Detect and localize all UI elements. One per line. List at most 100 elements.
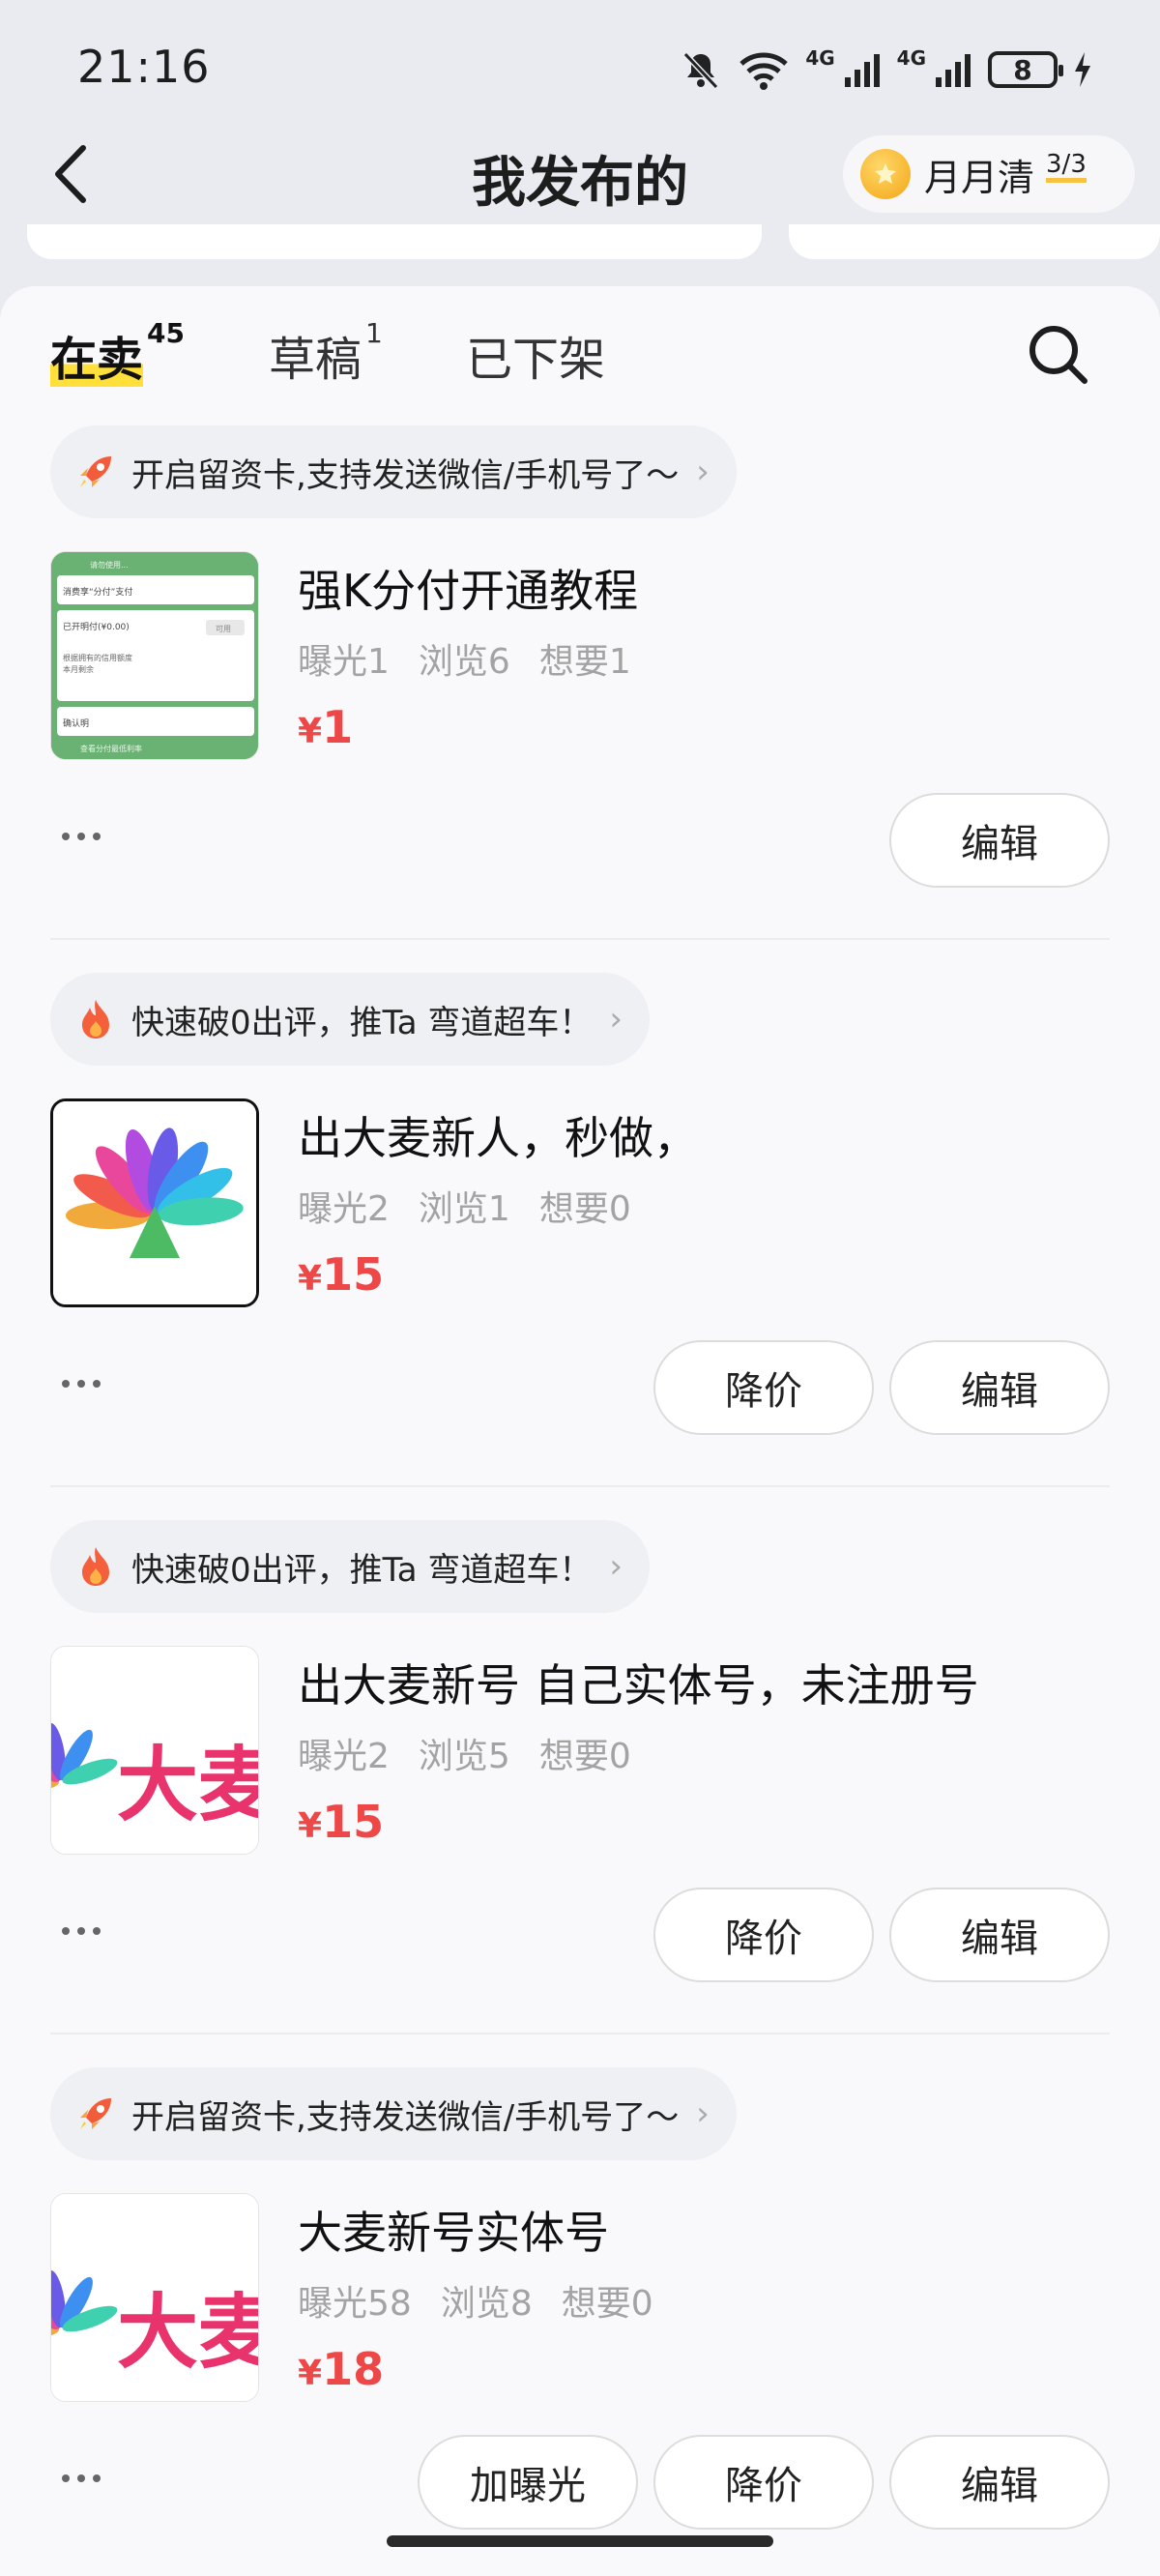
chevron-right-icon: ›	[609, 1000, 624, 1039]
item-price: ¥1	[298, 701, 353, 753]
signal-icon	[844, 54, 880, 87]
price-value: 1	[322, 701, 354, 753]
tab-bar: 在卖 45 草稿 1 已下架	[50, 317, 1114, 398]
item-thumbnail[interactable]: 大麦	[50, 2193, 259, 2402]
fire-icon	[73, 997, 118, 1041]
item-price: ¥15	[298, 1796, 384, 1848]
damai-text-image: 大麦	[51, 1647, 259, 1854]
peek-card-right	[789, 224, 1160, 259]
item-thumbnail[interactable]: 请勿使用... 消费享“分付”支付 已开明付(¥0.00) 可用 根据拥有的信用…	[50, 551, 259, 760]
reduce-price-button[interactable]: 降价	[653, 1340, 874, 1435]
thumb-green-text-2: 已开明付(¥0.00)	[63, 622, 130, 632]
more-options-button[interactable]	[62, 1369, 120, 1398]
chevron-right-icon: ›	[696, 2094, 710, 2133]
item-title[interactable]: 出大麦新号 自己实体号，未注册号	[298, 1651, 979, 1714]
tab-drafts-count: 1	[365, 317, 383, 349]
rocket-icon	[73, 450, 118, 494]
item-stats: 曝光2 浏览1 想要0	[298, 1181, 660, 1231]
promo-text: 开启留资卡,支持发送微信/手机号了～	[131, 455, 680, 495]
want-count: 想要0	[538, 1737, 631, 1776]
thumb-brand-text: 大麦	[117, 2285, 259, 2380]
thumb-green-text-3: 可用	[216, 625, 231, 633]
promo-text: 快速破0出评，推Ta 弯道超车！	[131, 1550, 593, 1590]
promo-banner[interactable]: 开启留资卡,支持发送微信/手机号了～ ›	[50, 425, 737, 518]
tab-drafts[interactable]: 草稿 1	[269, 317, 383, 389]
item-stats: 曝光2 浏览5 想要0	[298, 1728, 660, 1778]
damai-logo-image	[53, 1101, 256, 1304]
tab-off-shelf[interactable]: 已下架	[466, 321, 605, 389]
status-bar: 21:16 4G 4G 8	[0, 0, 1160, 135]
currency-symbol: ¥	[298, 2354, 323, 2393]
thumb-green-text-6: 确认明	[63, 717, 89, 729]
edit-button[interactable]: 编辑	[889, 793, 1110, 888]
damai-text-image: 大麦	[51, 2194, 259, 2401]
promo-text: 开启留资卡,支持发送微信/手机号了～	[131, 2097, 680, 2137]
more-options-button[interactable]	[62, 2464, 120, 2493]
item-title[interactable]: 大麦新号实体号	[298, 2198, 609, 2262]
price-value: 18	[322, 2343, 385, 2395]
promo-text: 快速破0出评，推Ta 弯道超车！	[131, 1003, 593, 1042]
thumb-green-text-7: 查看分付最低利率	[80, 744, 142, 753]
money-bag-icon	[860, 149, 911, 199]
item-title[interactable]: 出大麦新人，秒做，	[298, 1103, 698, 1167]
edit-button[interactable]: 编辑	[889, 1340, 1110, 1435]
status-icons: 4G 4G 8	[680, 43, 1092, 97]
item-thumbnail[interactable]: 大麦	[50, 1646, 259, 1855]
price-value: 15	[322, 1796, 385, 1848]
more-options-button[interactable]	[62, 1917, 120, 1946]
chevron-right-icon: ›	[696, 453, 710, 491]
promo-banner[interactable]: 快速破0出评，推Ta 弯道超车！ ›	[50, 1520, 651, 1613]
header: 我发布的 月月清 3/3	[0, 126, 1160, 222]
thumb-green-text-4: 根据拥有的信用额度	[63, 653, 132, 662]
status-time: 21:16	[77, 41, 211, 93]
edit-button[interactable]: 编辑	[889, 1888, 1110, 1982]
home-indicator[interactable]	[387, 2535, 773, 2547]
monthly-clear-badge[interactable]: 月月清 3/3	[843, 135, 1135, 213]
item-stats: 曝光1 浏览6 想要1	[298, 633, 660, 684]
rocket-icon	[73, 2092, 118, 2136]
view-count: 浏览6	[418, 642, 510, 682]
currency-symbol: ¥	[298, 712, 323, 751]
item-divider	[50, 938, 1110, 940]
peek-card-left	[27, 224, 762, 259]
exposure-count: 曝光1	[298, 642, 390, 682]
item-divider	[50, 2033, 1110, 2034]
thumb-green-text-1: 消费享“分付”支付	[63, 586, 132, 598]
want-count: 想要1	[538, 642, 631, 682]
monthly-count: 3/3	[1046, 151, 1087, 183]
search-icon	[1030, 326, 1088, 384]
battery-icon: 8	[988, 51, 1063, 88]
view-count: 浏览1	[418, 1189, 510, 1229]
promo-banner[interactable]: 快速破0出评，推Ta 弯道超车！ ›	[50, 973, 651, 1066]
mute-bell-icon	[683, 51, 719, 90]
exposure-count: 曝光58	[298, 2284, 412, 2324]
network-label-2: 4G	[896, 46, 926, 70]
item-title[interactable]: 强K分付开通教程	[298, 556, 638, 620]
boost-exposure-button[interactable]: 加曝光	[418, 2435, 638, 2530]
chevron-right-icon: ›	[609, 1547, 624, 1586]
wifi-icon	[740, 52, 789, 90]
thumb-brand-text: 大麦	[117, 1738, 259, 1832]
promo-banner[interactable]: 开启留资卡,支持发送微信/手机号了～ ›	[50, 2067, 737, 2160]
reduce-price-button[interactable]: 降价	[653, 1888, 874, 1982]
item-thumbnail[interactable]	[50, 1098, 259, 1307]
currency-symbol: ¥	[298, 1259, 323, 1299]
monthly-label: 月月清	[924, 156, 1035, 199]
reduce-price-button[interactable]: 降价	[653, 2435, 874, 2530]
item-price: ¥15	[298, 1248, 384, 1301]
edit-button[interactable]: 编辑	[889, 2435, 1110, 2530]
tab-on-sale-label: 在卖	[50, 333, 144, 387]
item-divider	[50, 1485, 1110, 1487]
item-price: ¥18	[298, 2343, 384, 2395]
green-screenshot-image: 请勿使用... 消费享“分付”支付 已开明付(¥0.00) 可用 根据拥有的信用…	[51, 552, 258, 759]
signal-icon-2	[936, 54, 971, 87]
thumb-green-text-0: 请勿使用...	[90, 560, 129, 570]
want-count: 想要0	[538, 1189, 631, 1229]
exposure-count: 曝光2	[298, 1737, 390, 1776]
fire-icon	[73, 1544, 118, 1589]
view-count: 浏览5	[418, 1737, 510, 1776]
search-button[interactable]	[1025, 321, 1092, 389]
more-options-button[interactable]	[62, 822, 120, 851]
tab-on-sale[interactable]: 在卖 45	[50, 317, 185, 389]
tab-drafts-label: 草稿	[269, 333, 362, 387]
